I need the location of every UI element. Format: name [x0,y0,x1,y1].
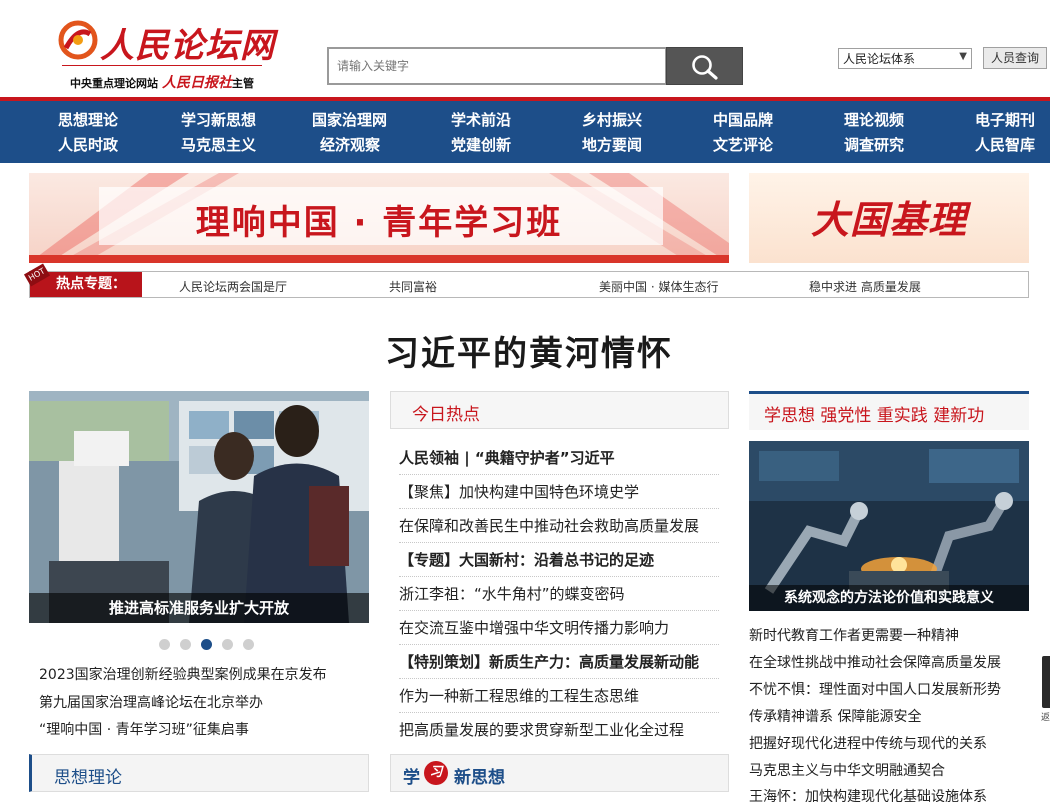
section-tab-study-thought[interactable]: 学 习 新思想 [390,754,729,792]
right-news-link[interactable]: 不忧不惧：理性面对中国人口发展新形势 [749,679,1001,699]
carousel-caption: 推进高标准服务业扩大开放 [29,593,369,623]
nav-item-study-thought[interactable]: 学习新思想 [181,109,256,130]
right-feature-caption: 系统观念的方法论价值和实践意义 [749,585,1029,611]
system-select[interactable]: 人民论坛体系 ▼ [838,48,972,69]
system-select-value: 人民论坛体系 [843,52,916,66]
banner-side-title: 大国基理 [810,197,967,242]
carousel-dot[interactable] [243,639,254,650]
logo-subtitle: 中央重点理论网站 人民日报社主管 [70,72,254,92]
section-tab-label: 思想理论 [54,768,122,788]
nav-item-politics[interactable]: 人民时政 [58,134,118,155]
nav-item-marxism[interactable]: 马克思主义 [181,134,256,155]
section-tab-thought-theory[interactable]: 思想理论 [29,754,369,792]
nav-item-ejournal[interactable]: 电子期刊 [975,109,1035,130]
study-tab-label-1: 学 [403,768,420,788]
left-news-link[interactable]: 2023国家治理创新经验典型案例成果在京发布 [39,664,327,684]
hot-news-item[interactable]: 作为一种新工程思维的工程生态思维 [399,680,719,713]
nav-item-brand[interactable]: 中国品牌 [713,109,773,130]
hot-news-item[interactable]: 【特别策划】新质生产力：高质量发展新动能 [399,646,719,679]
carousel-dot[interactable] [222,639,233,650]
right-news-link[interactable]: 在全球性挑战中推动社会保障高质量发展 [749,652,1001,672]
carousel-image [29,391,369,623]
hot-news-item[interactable]: 把高质量发展的要求贯穿新型工业化全过程 [399,714,719,747]
site-logo[interactable]: 人民论坛网 中央重点理论网站 人民日报社主管 [56,18,274,92]
hot-news-item[interactable]: 【聚焦】加快构建中国特色环境史学 [399,476,719,509]
carousel-dot[interactable] [180,639,191,650]
right-news-link[interactable]: 马克思主义与中华文明融通契合 [749,760,945,780]
hot-topics-bar: 热点专题： HOT 人民论坛两会国是厅 共同富裕 美丽中国 · 媒体生态行 稳中… [23,263,1029,298]
hot-topics-label-text: 热点专题： [56,276,126,292]
logo-sub-suffix: 主管 [232,77,254,90]
right-section-title[interactable]: 学思想 强党性 重实践 建新功 [764,401,984,426]
nav-item-rural[interactable]: 乡村振兴 [582,109,642,130]
nav-item-governance[interactable]: 国家治理网 [312,109,387,130]
hot-news-item[interactable]: 在保障和改善民生中推动社会救助高质量发展 [399,510,719,543]
chevron-down-icon: ▼ [959,51,967,62]
banner-bottom-strip [29,255,729,263]
hot-topic-link[interactable]: 共同富裕 [389,278,437,295]
today-hot-header: 今日热点 [390,391,729,429]
nav-item-academic[interactable]: 学术前沿 [451,109,511,130]
banner-main-title: 理响中国 · 青年学习班 [195,203,563,243]
logo-divider [62,65,262,66]
carousel-photo[interactable]: 推进高标准服务业扩大开放 [29,391,369,623]
banner-national-governance[interactable]: 大国基理 [749,173,1029,263]
right-news-link[interactable]: 把握好现代化进程中传统与现代的关系 [749,733,987,753]
hot-topic-link[interactable]: 美丽中国 · 媒体生态行 [599,278,718,295]
hot-news-item[interactable]: 人民领袖 | “典籍守护者”习近平 [399,442,719,475]
logo-title: 人民论坛网 [100,26,275,66]
carousel-dot[interactable] [159,639,170,650]
search-input[interactable] [329,49,665,83]
site-header: 人民论坛网 中央重点理论网站人民日报社主管 人民论坛体系 ▼ 人员查询 [0,0,1050,98]
staff-query-button[interactable]: 人员查询 [983,47,1047,69]
nav-item-thought-theory[interactable]: 思想理论 [58,109,118,130]
hot-topic-link[interactable]: 人民论坛两会国是厅 [179,278,287,295]
page-headline[interactable]: 习近平的黄河情怀 [0,326,1050,375]
floating-side-label[interactable]: 返 [1041,710,1050,723]
nav-item-arts-review[interactable]: 文艺评论 [713,134,773,155]
right-section-header: 学思想 强党性 重实践 建新功 [749,394,1029,430]
carousel-dot-active[interactable] [201,639,212,650]
right-news-link[interactable]: 王海怀：加快构建现代化基础设施体系 [749,786,987,802]
right-feature-photo[interactable]: 系统观念的方法论价值和实践意义 [749,441,1029,611]
study-tab-label-2: 新思想 [454,768,505,788]
nav-item-think-tank[interactable]: 人民智库 [975,134,1035,155]
study-tab-badge: 习 [424,761,448,785]
right-news-link[interactable]: 新时代教育工作者更需要一种精神 [749,625,959,645]
logo-paper-name: 人民日报社 [162,75,232,91]
hot-news-item[interactable]: 浙江李祖：“水牛角村”的蝶变密码 [399,578,719,611]
search-icon [692,55,718,80]
main-nav: 思想理论 学习新思想 国家治理网 学术前沿 乡村振兴 中国品牌 理论视频 电子期… [0,101,1050,163]
nav-item-video[interactable]: 理论视频 [844,109,904,130]
banner-youth-study[interactable]: 理响中国 · 青年学习班 [29,173,729,263]
nav-item-economy[interactable]: 经济观察 [320,134,380,155]
logo-emblem-icon [58,20,98,60]
search-button[interactable] [666,47,743,85]
logo-sub-label: 中央重点理论网站 [70,77,158,90]
hot-news-item[interactable]: 在交流互鉴中增强中华文明传播力影响力 [399,612,719,645]
nav-item-party-building[interactable]: 党建创新 [451,134,511,155]
nav-item-local-news[interactable]: 地方要闻 [582,134,642,155]
left-news-link[interactable]: 第九届国家治理高峰论坛在北京举办 [39,692,263,712]
search-box [327,47,667,85]
hot-news-item[interactable]: 【专题】大国新村：沿着总书记的足迹 [399,544,719,577]
hot-topic-link[interactable]: 稳中求进 高质量发展 [809,278,921,295]
right-news-link[interactable]: 传承精神谱系 保障能源安全 [749,706,921,726]
today-hot-title: 今日热点 [412,405,480,425]
nav-item-research[interactable]: 调查研究 [844,134,904,155]
floating-side-widget[interactable] [1042,656,1050,708]
left-news-link[interactable]: “理响中国 · 青年学习班”征集启事 [39,719,249,739]
